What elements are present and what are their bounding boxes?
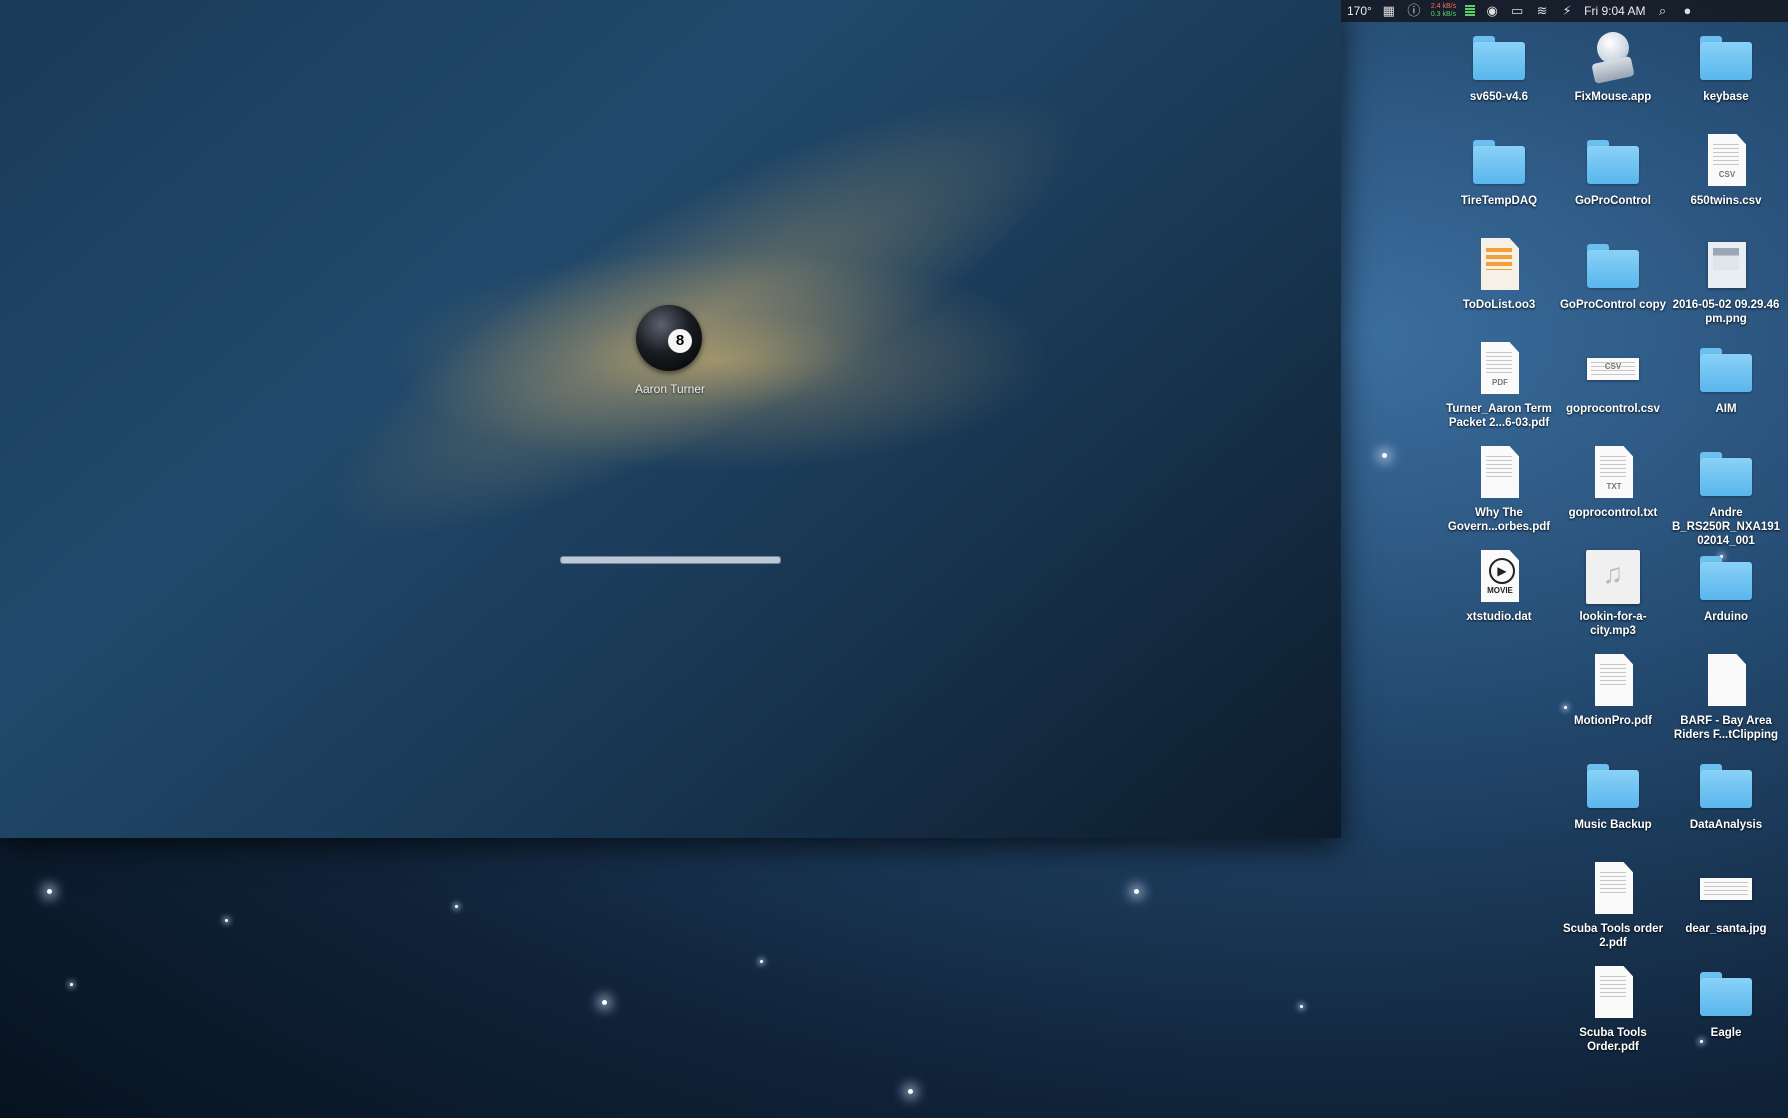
desktop-icon-music-backup[interactable]: Music Backup [1558,758,1668,832]
desktop-icon-keybase[interactable]: keybase [1671,30,1781,104]
desktop-icon-screenshot-png[interactable]: 2016-05-02 09.29.46 pm.png [1671,238,1781,326]
login-progress-bar [560,556,781,564]
info-icon[interactable]: ⓘ [1406,4,1422,18]
pdf-file-icon [1585,862,1641,918]
folder-icon [1585,238,1641,294]
desktop-icon-goprocontrol-copy[interactable]: GoProControl copy [1558,238,1668,312]
user-avatar[interactable]: 8 [636,305,702,371]
user-name-label: Aaron Turner [634,382,706,396]
desktop-icon-scuba-tools-order-pdf[interactable]: Scuba Tools Order.pdf [1558,966,1668,1054]
user-icon[interactable]: ● [1679,4,1695,18]
desktop-icon-why-the-govern-pdf[interactable]: Why The Govern...orbes.pdf [1444,446,1554,534]
desktop-icon-tiretempdaq[interactable]: TireTempDAQ [1444,134,1554,208]
drive-icon[interactable]: ▭ [1509,4,1525,18]
login-wallpaper-glow [275,13,1135,617]
desktop-icon-fixmouse[interactable]: FixMouse.app [1558,30,1668,104]
csv-file-icon: CSV [1585,342,1641,398]
folder-icon [1698,966,1754,1022]
network-upload: 2.4 kB/s [1430,3,1457,10]
photo-icon[interactable]: ▦ [1381,4,1397,18]
pdf-file-icon [1585,654,1641,710]
text-file-icon: TXT [1585,446,1641,502]
battery-charging-icon[interactable]: ⚡ [1559,4,1575,18]
desktop-icon-barf-clipping[interactable]: BARF - Bay Area Riders F...tClipping [1671,654,1781,742]
folder-icon [1698,446,1754,502]
folder-icon [1585,758,1641,814]
desktop-icon-650twins-csv[interactable]: CSV 650twins.csv [1671,134,1781,208]
folder-icon [1585,134,1641,190]
desktop-icon-xtstudio-dat[interactable]: ▶ MOVIE xtstudio.dat [1444,550,1554,624]
pdf-file-icon [1471,446,1527,502]
folder-icon [1698,758,1754,814]
eight-ball-icon: 8 [668,329,692,353]
desktop-icon-goprocontrol[interactable]: GoProControl [1558,134,1668,208]
network-speed[interactable]: 2.4 kB/s 0.3 kB/s [1431,0,1456,22]
desktop-icon-motionpro-pdf[interactable]: MotionPro.pdf [1558,654,1668,728]
temperature-readout[interactable]: 170° [1347,0,1372,22]
clock[interactable]: Fri 9:04 AM [1584,0,1645,22]
login-progress-fill [561,557,780,563]
folder-icon [1698,30,1754,86]
csv-file-icon: CSV [1698,134,1754,190]
desktop-icon-aim[interactable]: AIM [1671,342,1781,416]
desktop-icon-dear-santa-jpg[interactable]: dear_santa.jpg [1671,862,1781,936]
desktop-icon-goprocontrol-csv[interactable]: CSV goprocontrol.csv [1558,342,1668,416]
app-icon [1585,30,1641,86]
image-file-icon [1698,238,1754,294]
image-file-icon [1698,862,1754,918]
clipping-file-icon [1698,654,1754,710]
network-download: 0.3 kB/s [1430,11,1457,18]
search-icon[interactable]: ⌕ [1654,4,1670,18]
desktop-icon-dataanalysis[interactable]: DataAnalysis [1671,758,1781,832]
folder-icon [1698,550,1754,606]
desktop-icon-scuba-tools-order-2-pdf[interactable]: Scuba Tools order 2.pdf [1558,862,1668,950]
pdf-file-icon [1585,966,1641,1022]
memory-icon[interactable] [1465,5,1476,17]
login-window: 8 Aaron Turner [0,0,1341,838]
desktop-icon-arduino[interactable]: Arduino [1671,550,1781,624]
movie-file-icon: ▶ MOVIE [1471,550,1527,606]
desktop-icon-term-packet-pdf[interactable]: PDF Turner_Aaron Term Packet 2...6-03.pd… [1444,342,1554,430]
outline-file-icon [1471,238,1527,294]
wifi-icon[interactable]: ≋ [1534,4,1550,18]
folder-icon [1698,342,1754,398]
desktop-icon-lookin-for-a-city-mp3[interactable]: ♫ lookin-for-a-city.mp3 [1558,550,1668,638]
desktop-icon-eagle[interactable]: Eagle [1671,966,1781,1040]
record-icon[interactable]: ◉ [1484,4,1500,18]
desktop-icon-goprocontrol-txt[interactable]: TXT goprocontrol.txt [1558,446,1668,520]
desktop-icon-sv650[interactable]: sv650-v4.6 [1444,30,1554,104]
music-file-icon: ♫ [1585,550,1641,606]
folder-icon [1471,134,1527,190]
menu-bar: 170° ▦ ⓘ 2.4 kB/s 0.3 kB/s ◉ ▭ ≋ ⚡ Fri 9… [1341,0,1788,22]
folder-icon [1471,30,1527,86]
desktop-icon-andre-b-rs250r[interactable]: Andre B_RS250R_NXA19102014_001 [1671,446,1781,548]
desktop-icon-todolist[interactable]: ToDoList.oo3 [1444,238,1554,312]
pdf-file-icon: PDF [1471,342,1527,398]
